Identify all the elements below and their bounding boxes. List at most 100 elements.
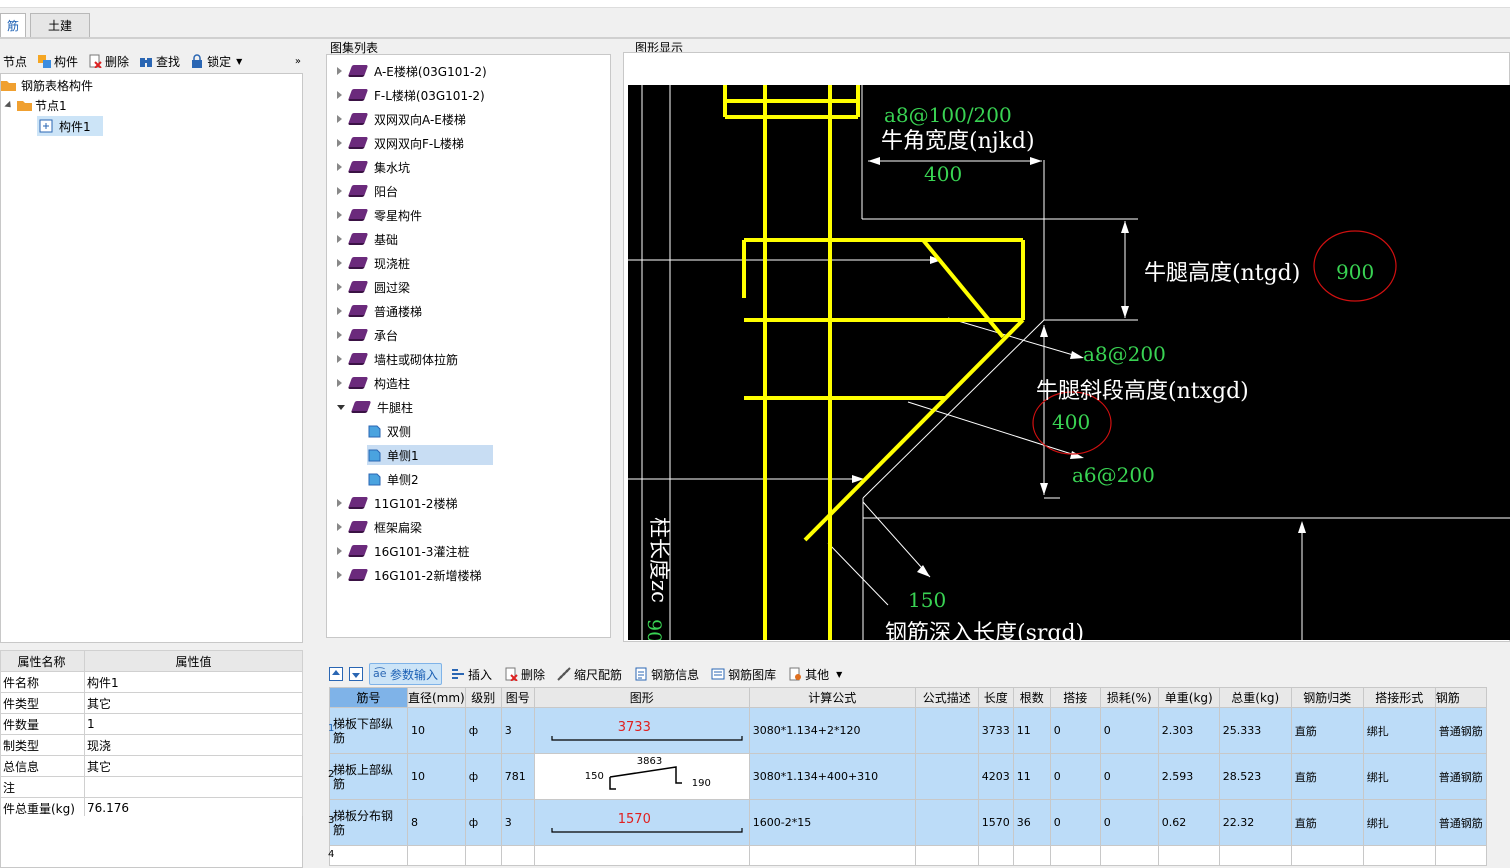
cell-type[interactable]: 普通钢筋 <box>1434 707 1487 754</box>
col-header[interactable]: 钢筋 <box>1434 687 1487 708</box>
scale-rebar-button[interactable]: 缩尺配筋 <box>554 663 625 685</box>
cell-total-weight[interactable]: 22.32 <box>1218 799 1292 846</box>
cell-lap[interactable]: 0 <box>1049 799 1101 846</box>
cell-total-weight[interactable]: 25.333 <box>1218 707 1292 754</box>
cell-desc[interactable] <box>914 799 979 846</box>
atlas-child-item[interactable]: 单侧1 <box>367 445 493 465</box>
cell-count[interactable]: 11 <box>1012 753 1051 800</box>
tab-civil[interactable]: 土建 <box>30 13 90 37</box>
col-header[interactable]: 搭接形式 <box>1362 687 1436 708</box>
cell-dia[interactable]: 10 <box>407 753 466 800</box>
cell-count[interactable]: 11 <box>1012 707 1051 754</box>
prop-value[interactable]: 1 <box>84 713 303 735</box>
cell-fig[interactable]: 781 <box>500 753 535 800</box>
row-index[interactable]: 1 <box>328 723 334 734</box>
cell-category[interactable]: 直筋 <box>1290 707 1364 754</box>
prop-value[interactable]: 构件1 <box>84 671 303 693</box>
cell-lap-form[interactable]: 绑扎 <box>1362 799 1436 846</box>
atlas-item[interactable]: 集水坑 <box>337 157 410 177</box>
atlas-item[interactable]: 圆过梁 <box>337 277 410 297</box>
atlas-item[interactable]: 阳台 <box>337 181 398 201</box>
table-row[interactable]: 梯板上部纵筋 10 ф 781 150 3863 190 3080*1.134+… <box>329 753 1487 800</box>
cell-total-weight[interactable]: 28.523 <box>1218 753 1292 800</box>
atlas-item[interactable]: 现浇桩 <box>337 253 410 273</box>
cell-loss[interactable]: 0 <box>1099 753 1159 800</box>
cell-len[interactable]: 3733 <box>977 707 1014 754</box>
cell-fig[interactable]: 3 <box>500 799 535 846</box>
atlas-item[interactable]: 双网双向F-L楼梯 <box>337 133 464 153</box>
cell-name[interactable]: 梯板分布钢筋 <box>329 799 408 846</box>
col-header[interactable]: 图号 <box>500 687 535 708</box>
cell-lap[interactable]: 0 <box>1049 707 1101 754</box>
cell-shape[interactable]: 1570 <box>533 799 750 846</box>
find-button[interactable]: 查找 <box>136 50 183 72</box>
row-index[interactable]: 2 <box>328 769 334 780</box>
col-header[interactable]: 级别 <box>464 687 502 708</box>
move-up-button[interactable] <box>329 663 343 685</box>
atlas-item[interactable]: 墙柱或砌体拉筋 <box>337 349 458 369</box>
cell-len[interactable]: 4203 <box>977 753 1014 800</box>
col-header[interactable]: 图形 <box>533 687 750 708</box>
col-header[interactable]: 公式描述 <box>914 687 979 708</box>
move-down-button[interactable] <box>349 663 363 685</box>
row-index[interactable]: 4 <box>328 849 334 860</box>
cell-grade[interactable]: ф <box>464 753 502 800</box>
cell-category[interactable]: 直筋 <box>1290 799 1364 846</box>
cell-name[interactable]: 梯板上部纵筋 <box>329 753 408 800</box>
atlas-item[interactable]: 16G101-2新增楼梯 <box>337 565 481 585</box>
cell-count[interactable]: 36 <box>1012 799 1051 846</box>
cell-desc[interactable] <box>914 707 979 754</box>
atlas-child-item[interactable]: 单侧2 <box>367 469 419 489</box>
cell-loss[interactable]: 0 <box>1099 799 1159 846</box>
rebar-info-button[interactable]: 钢筋信息 <box>631 663 702 685</box>
col-header[interactable]: 筋号 <box>329 687 408 708</box>
cell-dia[interactable]: 10 <box>407 707 466 754</box>
col-header[interactable]: 直径(mm) <box>407 687 466 708</box>
atlas-item[interactable]: 框架扁梁 <box>337 517 422 537</box>
col-header[interactable]: 根数 <box>1012 687 1051 708</box>
prop-value[interactable]: 现浇 <box>84 734 303 756</box>
cell-grade[interactable]: ф <box>464 799 502 846</box>
insert-button[interactable]: 插入 <box>448 663 495 685</box>
cell-type[interactable]: 普通钢筋 <box>1434 799 1487 846</box>
col-header[interactable]: 搭接 <box>1049 687 1101 708</box>
cell-shape[interactable]: 3733 <box>533 707 750 754</box>
cell-unit-weight[interactable]: 2.593 <box>1157 753 1220 800</box>
other-button[interactable]: 其他 ▼ <box>785 663 845 685</box>
param-input-button[interactable]: a͡e 参数输入 <box>369 663 443 685</box>
lock-button[interactable]: 锁定 ▼ <box>187 50 245 72</box>
cell-formula[interactable]: 3080*1.134+2*120 <box>748 707 916 754</box>
overflow-icon[interactable]: » <box>295 56 301 67</box>
cell-grade[interactable]: ф <box>464 707 502 754</box>
cell-formula[interactable]: 3080*1.134+400+310 <box>748 753 916 800</box>
col-header[interactable]: 长度 <box>977 687 1014 708</box>
prop-value[interactable]: 其它 <box>84 692 303 714</box>
cell-lap-form[interactable]: 绑扎 <box>1362 753 1436 800</box>
delete-row-button[interactable]: 删除 <box>501 663 548 685</box>
row-index[interactable]: 3 <box>328 815 334 826</box>
tree-node1[interactable]: 节点1 <box>4 95 67 115</box>
delete-button[interactable]: 删除 <box>85 50 132 72</box>
cell-shape[interactable]: 150 3863 190 <box>533 753 750 800</box>
cell-loss[interactable]: 0 <box>1099 707 1159 754</box>
col-header[interactable]: 总重(kg) <box>1218 687 1292 708</box>
atlas-item[interactable]: 双网双向A-E楼梯 <box>337 109 466 129</box>
atlas-item[interactable]: 零星构件 <box>337 205 422 225</box>
node-button[interactable]: 节点 <box>0 50 30 72</box>
table-row[interactable]: 梯板分布钢筋 8 ф 3 1570 1600-2*15 1570 36 0 0 … <box>329 799 1487 846</box>
cell-type[interactable]: 普通钢筋 <box>1434 753 1487 800</box>
prop-value[interactable] <box>84 776 303 798</box>
atlas-item[interactable]: 构造柱 <box>337 373 410 393</box>
tree-component1[interactable]: 构件1 <box>37 116 103 136</box>
cell-desc[interactable] <box>914 753 979 800</box>
col-header[interactable]: 计算公式 <box>748 687 916 708</box>
rebar-library-button[interactable]: 钢筋图库 <box>708 663 779 685</box>
tab-rebar[interactable]: 筋 <box>0 13 26 37</box>
atlas-child-item[interactable]: 双侧 <box>367 421 411 441</box>
prop-value[interactable]: 其它 <box>84 755 303 777</box>
cell-lap[interactable]: 0 <box>1049 753 1101 800</box>
component-button[interactable]: 构件 <box>34 50 81 72</box>
atlas-item[interactable]: F-L楼梯(03G101-2) <box>337 85 485 105</box>
atlas-item[interactable]: 承台 <box>337 325 398 345</box>
atlas-item[interactable]: 11G101-2楼梯 <box>337 493 457 513</box>
